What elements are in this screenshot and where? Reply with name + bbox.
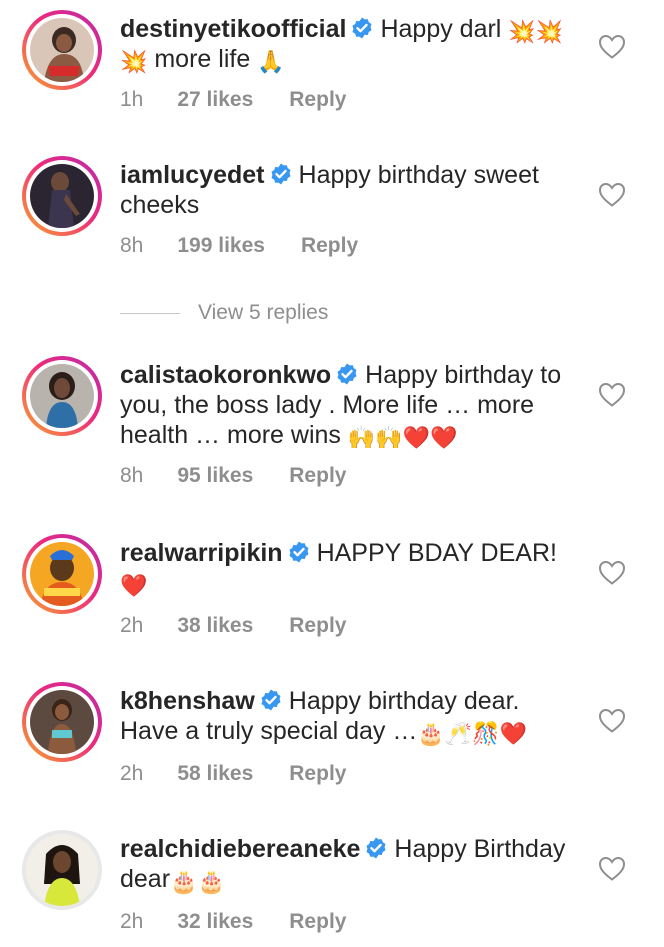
reply-button[interactable]: Reply	[289, 464, 346, 488]
collision-emoji: 💥	[120, 49, 148, 74]
likes-count[interactable]: 38 likes	[177, 614, 253, 638]
comment-meta: 8h 95 likes Reply	[120, 464, 346, 488]
comment-time: 8h	[120, 234, 144, 257]
likes-count[interactable]: 27 likes	[177, 88, 253, 112]
comment-text: HAPPY BDAY DEAR!	[316, 539, 557, 567]
comment-username[interactable]: realwarripikin	[120, 539, 283, 567]
divider-line	[120, 312, 180, 314]
like-heart-icon[interactable]	[598, 708, 626, 734]
like-heart-icon[interactable]	[598, 182, 626, 208]
likes-count[interactable]: 58 likes	[177, 762, 253, 786]
avatar[interactable]	[22, 830, 102, 910]
comment-username[interactable]: k8henshaw	[120, 687, 255, 715]
raised-hands-heart-emoji: 🙌🙌❤️❤️	[347, 425, 458, 450]
verified-badge-icon	[289, 541, 309, 563]
comment-time: 2h	[120, 614, 144, 637]
avatar[interactable]	[22, 156, 102, 236]
comment-username[interactable]: calistaokoronkwo	[120, 361, 331, 389]
comment-username[interactable]: destinyetikoofficial	[120, 15, 346, 43]
reply-button[interactable]: Reply	[301, 234, 358, 258]
avatar[interactable]	[22, 10, 102, 90]
likes-count[interactable]: 199 likes	[177, 234, 265, 258]
verified-badge-icon	[261, 689, 281, 711]
comment-text: more life	[154, 45, 251, 73]
comment-meta: 2h 58 likes Reply	[120, 762, 346, 786]
comment-username[interactable]: iamlucyedet	[120, 161, 265, 189]
verified-badge-icon	[352, 17, 372, 39]
verified-badge-icon	[271, 163, 291, 185]
comment-username[interactable]: realchidiebereaneke	[120, 835, 360, 863]
reply-button[interactable]: Reply	[289, 88, 346, 112]
comment-text: Happy darl	[380, 15, 502, 43]
avatar[interactable]	[22, 356, 102, 436]
like-heart-icon[interactable]	[598, 856, 626, 882]
comment-time: 2h	[120, 762, 144, 785]
folded-hands-emoji: 🙏	[257, 49, 285, 74]
collision-emoji: 💥💥	[508, 19, 564, 44]
comment-meta: 2h 32 likes Reply	[120, 910, 346, 934]
view-replies-button[interactable]: View 5 replies	[120, 298, 328, 328]
comment-meta: 2h 38 likes Reply	[120, 614, 346, 638]
reply-button[interactable]: Reply	[289, 614, 346, 638]
cake-champagne-heart-emoji: 🎂🥂🎊❤️	[417, 721, 527, 746]
verified-badge-icon	[366, 837, 386, 859]
avatar[interactable]	[22, 534, 102, 614]
likes-count[interactable]: 32 likes	[177, 910, 253, 934]
comment-time: 8h	[120, 464, 144, 487]
red-heart-emoji: ❤️	[120, 573, 148, 598]
comment-meta: 1h 27 likes Reply	[120, 88, 346, 112]
comment-time: 2h	[120, 910, 144, 933]
likes-count[interactable]: 95 likes	[177, 464, 253, 488]
avatar[interactable]	[22, 682, 102, 762]
comment-meta: 8h 199 likes Reply	[120, 234, 358, 258]
reply-button[interactable]: Reply	[289, 910, 346, 934]
reply-button[interactable]: Reply	[289, 762, 346, 786]
comment-time: 1h	[120, 88, 144, 111]
like-heart-icon[interactable]	[598, 34, 626, 60]
birthday-cake-emoji: 🎂🎂	[170, 869, 225, 894]
view-replies-label: View 5 replies	[198, 301, 329, 324]
like-heart-icon[interactable]	[598, 382, 626, 408]
verified-badge-icon	[337, 363, 357, 385]
like-heart-icon[interactable]	[598, 560, 626, 586]
